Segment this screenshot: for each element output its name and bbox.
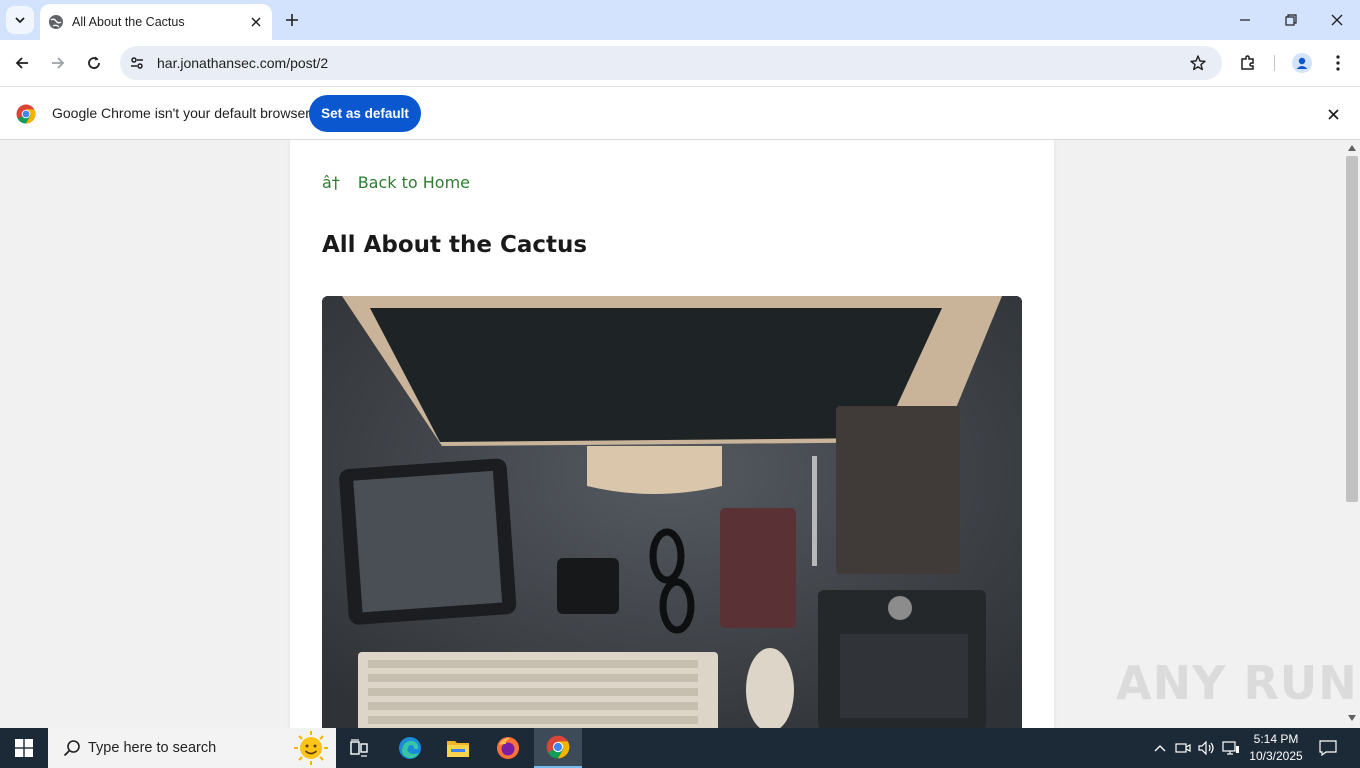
- plus-icon: [286, 14, 298, 26]
- chevron-down-icon: [15, 17, 25, 24]
- windows-logo-icon: [15, 739, 33, 757]
- firefox-taskbar-button[interactable]: [484, 728, 532, 768]
- reload-icon: [88, 56, 100, 69]
- puzzle-icon: [1241, 55, 1254, 70]
- clock-date: 10/3/2025: [1249, 749, 1303, 763]
- close-icon: [251, 17, 261, 27]
- post-image: [322, 296, 1022, 728]
- tune-icon: [131, 57, 143, 69]
- action-center-button[interactable]: [1312, 728, 1344, 768]
- task-view-button[interactable]: [336, 728, 384, 768]
- extensions-button[interactable]: [1234, 49, 1262, 77]
- anyrun-watermark: ANY RUN: [1116, 656, 1358, 710]
- avatar-icon: [1292, 53, 1312, 73]
- file-explorer-taskbar-button[interactable]: [434, 728, 482, 768]
- chrome-logo-icon: [16, 104, 36, 124]
- minimize-button[interactable]: [1222, 6, 1268, 34]
- notification-icon: [1319, 740, 1337, 756]
- chrome-icon: [546, 735, 570, 759]
- url-text[interactable]: har.jonathansec.com/post/2: [157, 55, 1184, 71]
- start-button[interactable]: [0, 728, 48, 768]
- chevron-up-icon: [1154, 745, 1166, 752]
- search-placeholder[interactable]: Type here to search: [88, 740, 286, 756]
- close-window-button[interactable]: [1314, 6, 1360, 34]
- post-title: All About the Cactus: [322, 232, 588, 258]
- desk-setup-illustration: [322, 296, 1022, 728]
- volume-tray-icon[interactable]: [1197, 738, 1217, 758]
- windows-taskbar: Type here to search 5:14 PM 10/3/2025: [0, 728, 1360, 768]
- back-to-home-link[interactable]: â† Back to Home: [322, 173, 470, 194]
- tab-active[interactable]: All About the Cactus: [40, 4, 272, 40]
- network-tray-icon[interactable]: [1221, 738, 1241, 758]
- close-icon: [1327, 108, 1339, 120]
- toolbar-separator: [1274, 55, 1275, 71]
- new-tab-button[interactable]: [280, 8, 304, 32]
- tab-title: All About the Cactus: [72, 15, 185, 29]
- taskbar-search[interactable]: Type here to search: [48, 728, 336, 768]
- triangle-up-icon: [1348, 145, 1356, 151]
- meet-now-tray-icon[interactable]: [1173, 738, 1193, 758]
- edge-icon: [399, 737, 421, 759]
- network-icon: [1222, 741, 1239, 755]
- page-viewport: â† Back to Home All About the Cactus: [0, 140, 1344, 728]
- tab-close-button[interactable]: [246, 12, 266, 32]
- back-button[interactable]: [8, 49, 36, 77]
- camera-icon: [1175, 743, 1191, 753]
- address-bar[interactable]: har.jonathansec.com/post/2: [120, 46, 1222, 80]
- speaker-icon: [1198, 741, 1214, 755]
- firefox-icon: [497, 737, 519, 759]
- show-hidden-icons-button[interactable]: [1150, 738, 1170, 758]
- scroll-up-arrow[interactable]: [1348, 144, 1356, 152]
- taskbar-clock[interactable]: 5:14 PM 10/3/2025: [1245, 731, 1307, 765]
- search-icon: [62, 738, 82, 758]
- arrow-left-icon: [15, 57, 28, 69]
- reload-button[interactable]: [80, 49, 108, 77]
- menu-button[interactable]: [1324, 49, 1352, 77]
- set-as-default-button[interactable]: Set as default: [309, 95, 421, 132]
- tab-strip: All About the Cactus: [0, 0, 1360, 40]
- edge-taskbar-button[interactable]: [386, 728, 434, 768]
- restore-icon: [1285, 14, 1297, 26]
- chrome-taskbar-button[interactable]: [534, 728, 582, 768]
- more-vertical-icon: [1336, 55, 1340, 71]
- default-browser-infobar: Google Chrome isn't your default browser…: [0, 86, 1360, 140]
- globe-icon: [49, 15, 63, 29]
- weather-sun-icon[interactable]: [286, 728, 336, 768]
- scroll-thumb[interactable]: [1346, 156, 1358, 502]
- infobar-message: Google Chrome isn't your default browser: [52, 105, 310, 121]
- task-view-icon: [350, 739, 368, 757]
- restore-button[interactable]: [1268, 6, 1314, 34]
- tab-search-button[interactable]: [6, 6, 34, 34]
- bookmark-button[interactable]: [1184, 49, 1212, 77]
- scroll-down-arrow[interactable]: [1348, 714, 1356, 722]
- profile-button[interactable]: [1288, 49, 1316, 77]
- site-info-button[interactable]: [122, 48, 152, 78]
- arrow-right-icon: [52, 57, 65, 69]
- infobar-close-button[interactable]: [1322, 103, 1344, 125]
- triangle-down-icon: [1348, 715, 1356, 721]
- star-icon: [1190, 55, 1206, 71]
- close-icon: [1331, 14, 1343, 26]
- minimize-icon: [1240, 19, 1250, 21]
- page-scrollbar[interactable]: [1344, 140, 1360, 728]
- forward-button[interactable]: [44, 49, 72, 77]
- clock-time: 5:14 PM: [1253, 732, 1299, 746]
- post-card: â† Back to Home All About the Cactus: [290, 140, 1054, 728]
- browser-toolbar: har.jonathansec.com/post/2: [0, 40, 1360, 86]
- folder-icon: [447, 741, 469, 757]
